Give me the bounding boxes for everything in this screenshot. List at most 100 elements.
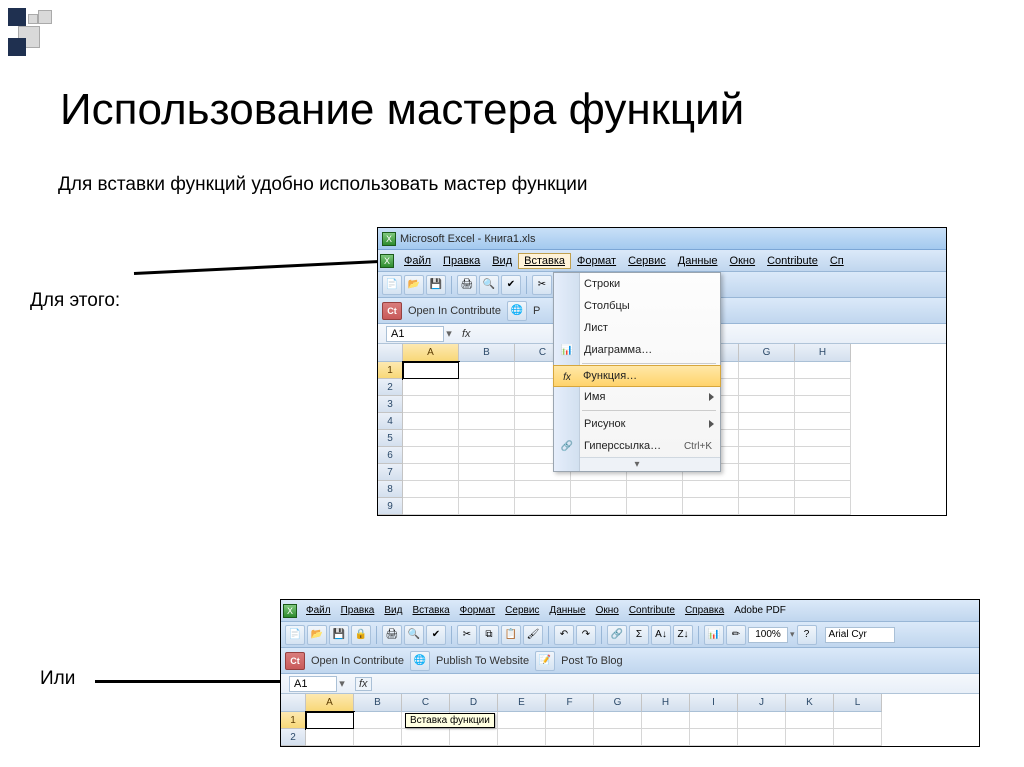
menu-item-rows[interactable]: Строки [554, 273, 720, 295]
publish-to-website-button[interactable]: Publish To Website [432, 655, 533, 667]
save-button[interactable]: 💾 [426, 275, 446, 295]
select-all-corner[interactable] [281, 694, 305, 712]
menu-insert[interactable]: Вставка [518, 253, 571, 269]
menu-item-columns[interactable]: Столбцы [554, 295, 720, 317]
print-button[interactable]: 🖨 [457, 275, 477, 295]
new-button[interactable]: 📄 [285, 625, 305, 645]
redo-button[interactable]: ↷ [576, 625, 596, 645]
row-header[interactable]: 2 [281, 729, 305, 746]
menu-item-name[interactable]: Имя [554, 386, 720, 408]
menu-view[interactable]: Вид [486, 253, 518, 269]
col-header[interactable]: L [834, 694, 882, 712]
open-in-contribute-button[interactable]: Open In Contribute [404, 305, 505, 317]
menu-adobe-pdf[interactable]: Adobe PDF [729, 603, 791, 618]
menu-data[interactable]: Данные [672, 253, 724, 269]
menu-file[interactable]: Файл [301, 603, 336, 618]
zoom-box[interactable]: 100% [748, 627, 788, 643]
menu-item-hyperlink[interactable]: 🔗 Гиперссылка… Ctrl+K [554, 435, 720, 457]
cut-button[interactable]: ✂ [532, 275, 552, 295]
menu-item-chart[interactable]: 📊 Диаграмма… [554, 339, 720, 361]
menu-tools[interactable]: Сервис [622, 253, 672, 269]
font-selector[interactable]: Arial Cyr [825, 627, 895, 643]
new-button[interactable]: 📄 [382, 275, 402, 295]
col-header[interactable]: C [402, 694, 450, 712]
menu-window[interactable]: Окно [724, 253, 762, 269]
publish-label-short[interactable]: P [529, 305, 544, 317]
menu-contribute[interactable]: Contribute [624, 603, 680, 618]
format-painter-button[interactable]: 🖌 [523, 625, 543, 645]
name-box[interactable]: A1 [386, 326, 444, 342]
permission-button[interactable]: 🔒 [351, 625, 371, 645]
spell-button[interactable]: ✔ [426, 625, 446, 645]
row-header[interactable]: 8 [378, 481, 402, 498]
menu-edit[interactable]: Правка [336, 603, 380, 618]
menu-item-sheet[interactable]: Лист [554, 317, 720, 339]
col-header[interactable]: B [459, 344, 515, 362]
menu-file[interactable]: Файл [398, 253, 437, 269]
worksheet[interactable]: 1 2 A B C D E F G H I J K L Вставка функ… [281, 694, 979, 746]
col-header[interactable]: I [690, 694, 738, 712]
col-header[interactable]: A [403, 344, 459, 362]
col-header[interactable]: J [738, 694, 786, 712]
cell-a1[interactable] [306, 712, 354, 729]
post-to-blog-button[interactable]: Post To Blog [557, 655, 627, 667]
fx-button[interactable]: fx [462, 328, 471, 340]
col-header[interactable]: A [306, 694, 354, 712]
row-header[interactable]: 9 [378, 498, 402, 515]
sort-asc-button[interactable]: A↓ [651, 625, 671, 645]
menu-item-function[interactable]: fx Функция… [553, 365, 721, 387]
menu-insert[interactable]: Вставка [407, 603, 454, 618]
contribute-icon[interactable]: Ct [285, 652, 305, 670]
hyperlink-button[interactable]: 🔗 [607, 625, 627, 645]
row-header[interactable]: 7 [378, 464, 402, 481]
menu-help[interactable]: Справка [680, 603, 729, 618]
row-header[interactable]: 4 [378, 413, 402, 430]
col-header[interactable]: G [594, 694, 642, 712]
blog-icon[interactable]: 📝 [535, 651, 555, 671]
menu-help[interactable]: Сп [824, 253, 850, 269]
help-button[interactable]: ? [797, 625, 817, 645]
preview-button[interactable]: 🔍 [479, 275, 499, 295]
col-header[interactable]: H [642, 694, 690, 712]
save-button[interactable]: 💾 [329, 625, 349, 645]
menu-contribute[interactable]: Contribute [761, 253, 824, 269]
row-header[interactable]: 5 [378, 430, 402, 447]
row-header[interactable]: 2 [378, 379, 402, 396]
menu-format[interactable]: Формат [571, 253, 622, 269]
col-header[interactable]: K [786, 694, 834, 712]
print-button[interactable]: 🖨 [382, 625, 402, 645]
col-header[interactable]: E [498, 694, 546, 712]
cell-a1[interactable] [403, 362, 459, 379]
autosum-button[interactable]: Σ [629, 625, 649, 645]
col-header[interactable]: G [739, 344, 795, 362]
paste-button[interactable]: 📋 [501, 625, 521, 645]
menu-tools[interactable]: Сервис [500, 603, 544, 618]
sort-desc-button[interactable]: Z↓ [673, 625, 693, 645]
open-button[interactable]: 📂 [307, 625, 327, 645]
col-header[interactable]: D [450, 694, 498, 712]
menu-item-picture[interactable]: Рисунок [554, 413, 720, 435]
contribute-icon[interactable]: Ct [382, 302, 402, 320]
col-header[interactable]: B [354, 694, 402, 712]
cut-button[interactable]: ✂ [457, 625, 477, 645]
publish-icon[interactable]: 🌐 [410, 651, 430, 671]
row-header[interactable]: 1 [281, 712, 305, 729]
drawing-button[interactable]: ✏ [726, 625, 746, 645]
menu-format[interactable]: Формат [455, 603, 501, 618]
preview-button[interactable]: 🔍 [404, 625, 424, 645]
chart-button[interactable]: 📊 [704, 625, 724, 645]
copy-button[interactable]: ⧉ [479, 625, 499, 645]
publish-button[interactable]: 🌐 [507, 301, 527, 321]
menu-edit[interactable]: Правка [437, 253, 486, 269]
fx-button[interactable]: fx [355, 677, 372, 691]
col-header[interactable]: H [795, 344, 851, 362]
spell-button[interactable]: ✔ [501, 275, 521, 295]
row-header[interactable]: 1 [378, 362, 402, 379]
select-all-corner[interactable] [378, 344, 402, 362]
menu-view[interactable]: Вид [379, 603, 407, 618]
menu-data[interactable]: Данные [544, 603, 590, 618]
col-header[interactable]: F [546, 694, 594, 712]
open-button[interactable]: 📂 [404, 275, 424, 295]
menu-window[interactable]: Окно [591, 603, 624, 618]
open-in-contribute-button[interactable]: Open In Contribute [307, 655, 408, 667]
